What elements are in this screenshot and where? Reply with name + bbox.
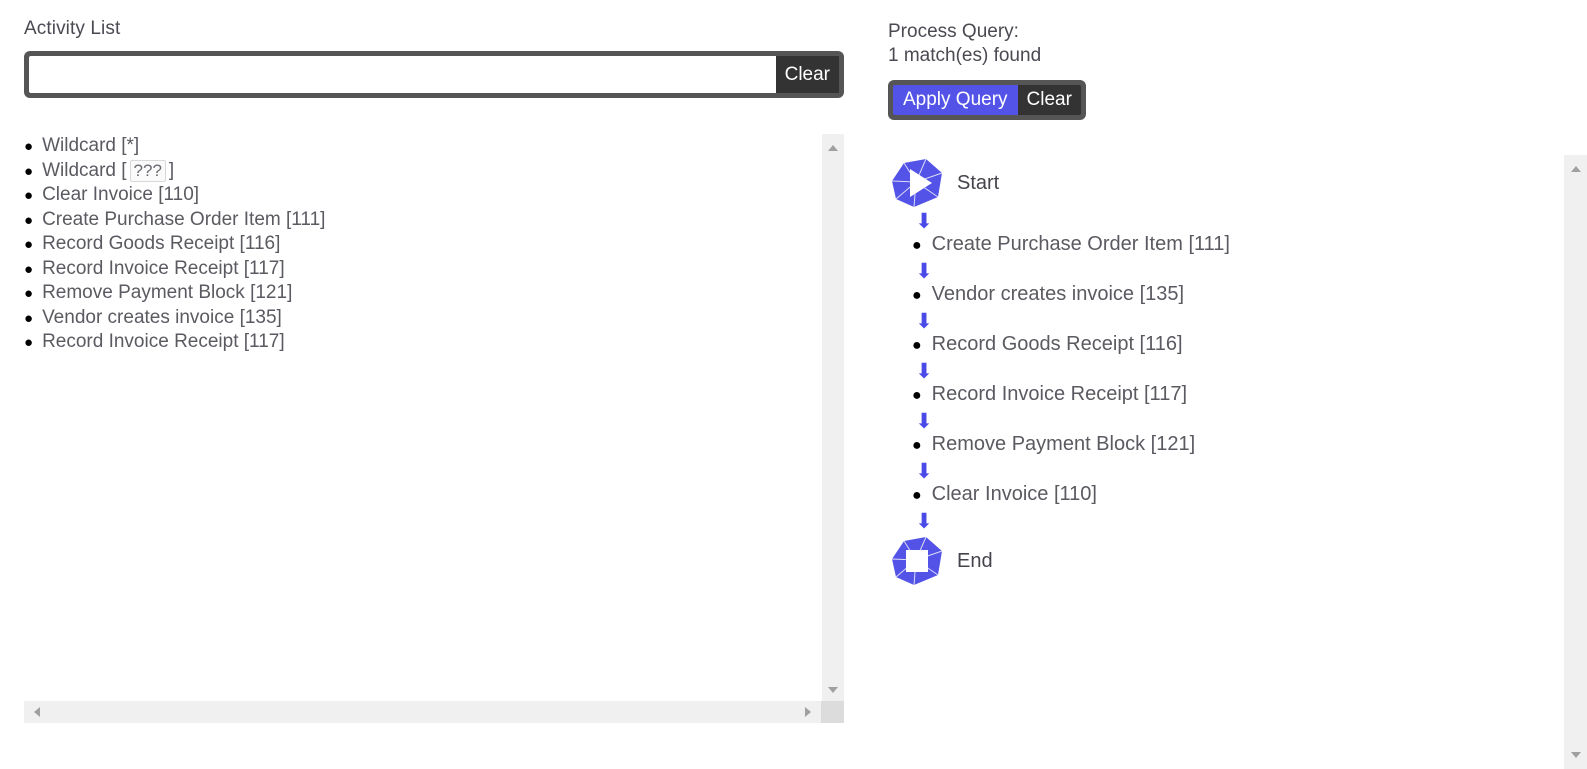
list-item-label: Remove Payment Block [121] <box>42 282 293 303</box>
activity-list-horizontal-scrollbar[interactable] <box>24 701 821 723</box>
query-clear-button[interactable]: Clear <box>1017 85 1081 115</box>
graph-arrow-icon: ⬇ <box>915 410 933 433</box>
list-item-label: Wildcard [*] <box>42 135 140 156</box>
app-root: Activity List Clear ● Wildcard [*] ● Wildca… <box>0 0 1587 769</box>
list-item-label: Create Purchase Order Item [111] <box>42 208 326 230</box>
list-item[interactable]: ● Record Invoice Receipt [117] <box>24 330 821 355</box>
list-item[interactable]: ● Remove Payment Block [121] <box>24 281 821 306</box>
bullet-icon: ● <box>912 437 922 454</box>
graph-node[interactable]: ● Record Goods Receipt [116] <box>912 333 1540 361</box>
graph-node[interactable]: ● Create Purchase Order Item [111] <box>912 233 1540 261</box>
activity-list-vertical-scrollbar[interactable] <box>821 134 844 704</box>
bullet-icon: ● <box>912 287 922 304</box>
graph-node-label: Record Invoice Receipt [117] <box>931 383 1187 405</box>
bullet-icon: ● <box>24 309 34 327</box>
query-button-bar: Apply Query Clear <box>888 80 1086 120</box>
activity-list-container: ● Wildcard [*] ● Wildcard [???] ● Clear Invoi… <box>24 134 844 734</box>
activity-list: ● Wildcard [*] ● Wildcard [???] ● Clear Invoi… <box>24 134 821 355</box>
stop-polygon-icon <box>888 535 946 587</box>
activity-search-bar: Clear <box>24 51 844 98</box>
activity-list-viewport: ● Wildcard [*] ● Wildcard [???] ● Clear Invoi… <box>24 134 821 704</box>
graph-node[interactable]: ● Clear Invoice [110] <box>912 483 1540 511</box>
scroll-down-icon[interactable] <box>1570 752 1581 758</box>
graph-arrow-icon: ⬇ <box>915 310 933 333</box>
graph-node-flow: ⬇ ● Create Purchase Order Item [111] ⬇ ● Vend… <box>888 211 1540 511</box>
graph-end-label: End <box>957 549 993 572</box>
list-item[interactable]: ● Record Invoice Receipt [117] <box>24 257 821 282</box>
list-item[interactable]: ● Wildcard [???] <box>24 159 821 184</box>
graph-arrow-icon: ⬇ <box>915 460 933 483</box>
play-polygon-icon <box>888 157 946 209</box>
bullet-icon: ● <box>24 285 34 302</box>
process-graph-viewport: Start ⬇ ● Create Purchase Order Item [111]… <box>888 155 1540 769</box>
bullet-icon: ● <box>912 337 922 354</box>
scroll-up-icon[interactable] <box>1570 166 1581 172</box>
scroll-left-icon[interactable] <box>34 707 40 717</box>
process-query-panel: Process Query: 1 match(es) found Apply Q… <box>888 20 1548 120</box>
process-graph-vertical-scrollbar[interactable] <box>1564 155 1587 769</box>
bullet-icon: ● <box>24 162 34 180</box>
list-item[interactable]: ● Vendor creates invoice [135] <box>24 306 821 331</box>
list-item[interactable]: ● Wildcard [*] <box>24 134 821 159</box>
scrollbar-corner <box>821 701 844 723</box>
list-item-label: Record Goods Receipt [116] <box>42 233 281 254</box>
graph-arrow-icon: ⬇ <box>915 260 933 283</box>
scroll-up-icon[interactable] <box>828 145 838 151</box>
bullet-icon: ● <box>912 387 922 404</box>
graph-arrow-icon: ⬇ <box>915 360 933 383</box>
list-item[interactable]: ● Create Purchase Order Item [111] <box>24 208 821 233</box>
apply-query-button[interactable]: Apply Query <box>893 85 1018 115</box>
graph-start-node[interactable]: Start <box>888 155 1540 211</box>
bullet-icon: ● <box>24 138 34 155</box>
bullet-icon: ● <box>24 211 34 229</box>
list-item-label: Wildcard [ <box>42 159 127 181</box>
scroll-down-icon[interactable] <box>828 687 838 693</box>
list-item[interactable]: ● Clear Invoice [110] <box>24 183 821 208</box>
activity-list-panel: Activity List Clear <box>24 18 844 98</box>
list-item-label: Record Invoice Receipt [117] <box>42 331 285 352</box>
match-count-text: 1 match(es) found <box>888 45 1042 66</box>
wildcard-token[interactable]: ??? <box>129 159 166 182</box>
bullet-icon: ● <box>912 487 922 504</box>
search-input[interactable] <box>29 56 776 93</box>
process-graph-container: Start ⬇ ● Create Purchase Order Item [111]… <box>888 155 1587 769</box>
graph-node[interactable]: ● Remove Payment Block [121] <box>912 433 1540 461</box>
process-query-heading: Process Query: <box>888 21 1019 42</box>
scroll-right-icon[interactable] <box>805 707 811 717</box>
bullet-icon: ● <box>24 334 34 351</box>
graph-node-label: Remove Payment Block [121] <box>931 433 1196 455</box>
list-item-label: Clear Invoice [110] <box>42 184 200 205</box>
list-item-label: Vendor creates invoice [135] <box>42 306 282 328</box>
bullet-icon: ● <box>24 187 34 204</box>
graph-node-label: Record Goods Receipt [116] <box>931 333 1183 355</box>
list-item-label-suffix: ] <box>168 159 175 181</box>
list-item-label: Record Invoice Receipt [117] <box>42 257 285 279</box>
bullet-icon: ● <box>24 260 34 278</box>
bullet-icon: ● <box>912 237 922 254</box>
list-item[interactable]: ● Record Goods Receipt [116] <box>24 232 821 257</box>
graph-end-node[interactable]: End <box>888 533 1540 589</box>
graph-node-label: Create Purchase Order Item [111] <box>931 233 1230 255</box>
graph-arrow-icon: ⬇ <box>915 210 933 233</box>
graph-node[interactable]: ● Vendor creates invoice [135] <box>912 283 1540 311</box>
graph-arrow-icon-last: ⬇ <box>915 510 933 533</box>
graph-node[interactable]: ● Record Invoice Receipt [117] <box>912 383 1540 411</box>
graph-node-label: Vendor creates invoice [135] <box>931 283 1185 305</box>
search-clear-button[interactable]: Clear <box>775 56 839 93</box>
bullet-icon: ● <box>24 236 34 253</box>
graph-node-label: Clear Invoice [110] <box>931 483 1097 505</box>
page-title: Activity List <box>24 18 121 39</box>
graph-start-label: Start <box>957 171 1000 194</box>
